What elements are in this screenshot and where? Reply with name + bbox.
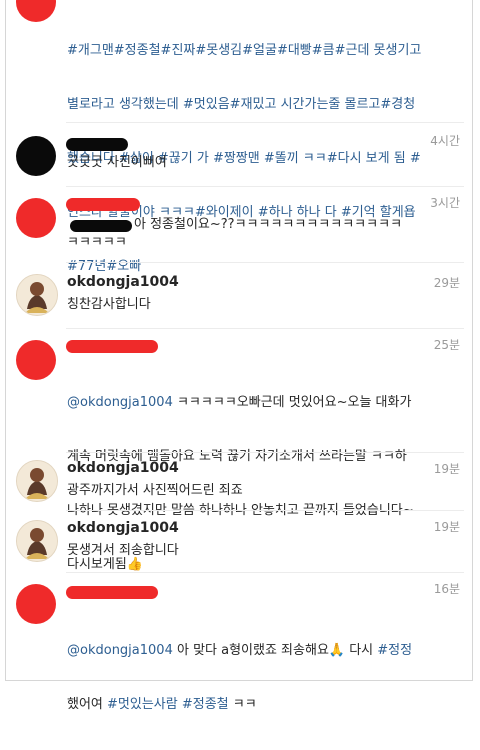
- divider: [66, 452, 464, 453]
- username[interactable]: okdongja1004: [67, 520, 179, 536]
- text-line: @okdongja1004 ㅋㅋㅋㅋㅋ오빠근데 멋있어요~오늘 대화가: [67, 394, 460, 412]
- text-segment: 아 맞다 a형이랬죠 죄송해요: [172, 643, 329, 658]
- comment-text: 굿굿굿 사진이뻐여: [67, 155, 167, 170]
- text-segment: ㅋㅋㅋㅋㅋ오빠근데 멋있어요~오늘 대화가: [172, 395, 412, 410]
- comment-text: 아 정종철이요~??ㅋㅋㅋㅋㅋㅋㅋㅋㅋㅋㅋㅋㅋㅋ: [134, 217, 403, 232]
- person-photo-icon: [17, 521, 57, 561]
- avatar-redacted[interactable]: [16, 0, 56, 22]
- timestamp: 19분: [433, 462, 460, 476]
- timestamp: 25분: [433, 338, 460, 352]
- avatar-redacted[interactable]: [16, 584, 56, 624]
- avatar-photo[interactable]: [16, 460, 58, 502]
- avatar-redacted[interactable]: [16, 198, 56, 238]
- text-line: @okdongja1004 아 맞다 a형이랬죠 죄송해요🙏 다시 #정정: [67, 642, 460, 660]
- text-line: #개그맨#정종철#진짜#못생김#얼굴#대빵#큼#근데 못생기고: [67, 43, 422, 58]
- timestamp: 16분: [433, 582, 460, 596]
- divider: [66, 122, 464, 123]
- username-redacted[interactable]: [66, 138, 128, 151]
- mention-redacted[interactable]: [70, 220, 132, 232]
- avatar-photo[interactable]: [16, 520, 58, 562]
- text-line: 별로라고 생각했는데 #멋있음#재밌고 시간가는줄 몰르고#경청: [67, 97, 416, 112]
- avatar-redacted[interactable]: [16, 340, 56, 380]
- comment-text: @okdongja1004 아 맞다 a형이랬죠 죄송해요🙏 다시 #정정 했어…: [67, 606, 460, 750]
- mention-link[interactable]: @okdongja1004: [67, 643, 173, 658]
- timestamp: 19분: [433, 520, 460, 534]
- comment-0: #개그맨#정종철#진짜#못생김#얼굴#대빵#큼#근데 못생기고 별로라고 생각했…: [6, 0, 472, 274]
- comment-5: okdongja1004 19분 광주까지가서 사진찍어드린 죄죠: [6, 454, 472, 510]
- comment-7: 16분 @okdongja1004 아 맞다 a형이랬죠 죄송해요🙏 다시 #정…: [6, 574, 472, 712]
- divider: [66, 186, 464, 187]
- comment-text: ㅋㅋㅋㅋㅋ: [67, 235, 127, 250]
- comment-text: 못생겨서 죄송합니다: [67, 543, 179, 558]
- comment-6: okdongja1004 19분 못생겨서 죄송합니다: [6, 512, 472, 572]
- text-segment: 했어여: [67, 697, 108, 712]
- username[interactable]: okdongja1004: [67, 460, 179, 476]
- mention-link[interactable]: @okdongja1004: [67, 395, 173, 410]
- comment-text: 칭찬감사합니다: [67, 297, 151, 312]
- comment-2: 3시간 아 정종철이요~??ㅋㅋㅋㅋㅋㅋㅋㅋㅋㅋㅋㅋㅋㅋ ㅋㅋㅋㅋㅋ: [6, 188, 472, 260]
- comment-1: 4시간 굿굿굿 사진이뻐여: [6, 124, 472, 186]
- praying-hands-icon: 🙏: [328, 643, 346, 658]
- hashtag-link[interactable]: #멋있는사람 #정종철: [107, 697, 229, 712]
- divider: [66, 510, 464, 511]
- divider: [66, 262, 464, 263]
- text-segment: 다시: [345, 643, 378, 658]
- username-redacted[interactable]: [66, 198, 140, 211]
- comment-3: okdongja1004 29분 칭찬감사합니다: [6, 264, 472, 328]
- person-photo-icon: [17, 275, 57, 315]
- username-redacted[interactable]: [66, 586, 158, 599]
- divider: [66, 572, 464, 573]
- comment-text: 광주까지가서 사진찍어드린 죄죠: [67, 483, 243, 498]
- username-redacted[interactable]: [66, 340, 158, 353]
- comment-4: 25분 @okdongja1004 ㅋㅋㅋㅋㅋ오빠근데 멋있어요~오늘 대화가 …: [6, 330, 472, 572]
- timestamp: 29분: [433, 276, 460, 290]
- avatar-photo[interactable]: [16, 274, 58, 316]
- timestamp: 3시간: [430, 196, 460, 210]
- text-segment: ㅋㅋ: [228, 697, 257, 712]
- comments-panel: #개그맨#정종철#진짜#못생김#얼굴#대빵#큼#근데 못생기고 별로라고 생각했…: [5, 0, 473, 712]
- text-line: 했어여 #멋있는사람 #정종철 ㅋㅋ: [67, 696, 460, 714]
- timestamp: 4시간: [430, 134, 460, 148]
- avatar-redacted[interactable]: [16, 136, 56, 176]
- divider: [66, 328, 464, 329]
- username[interactable]: okdongja1004: [67, 274, 179, 290]
- person-photo-icon: [17, 461, 57, 501]
- hashtag-link[interactable]: #정정: [377, 643, 412, 658]
